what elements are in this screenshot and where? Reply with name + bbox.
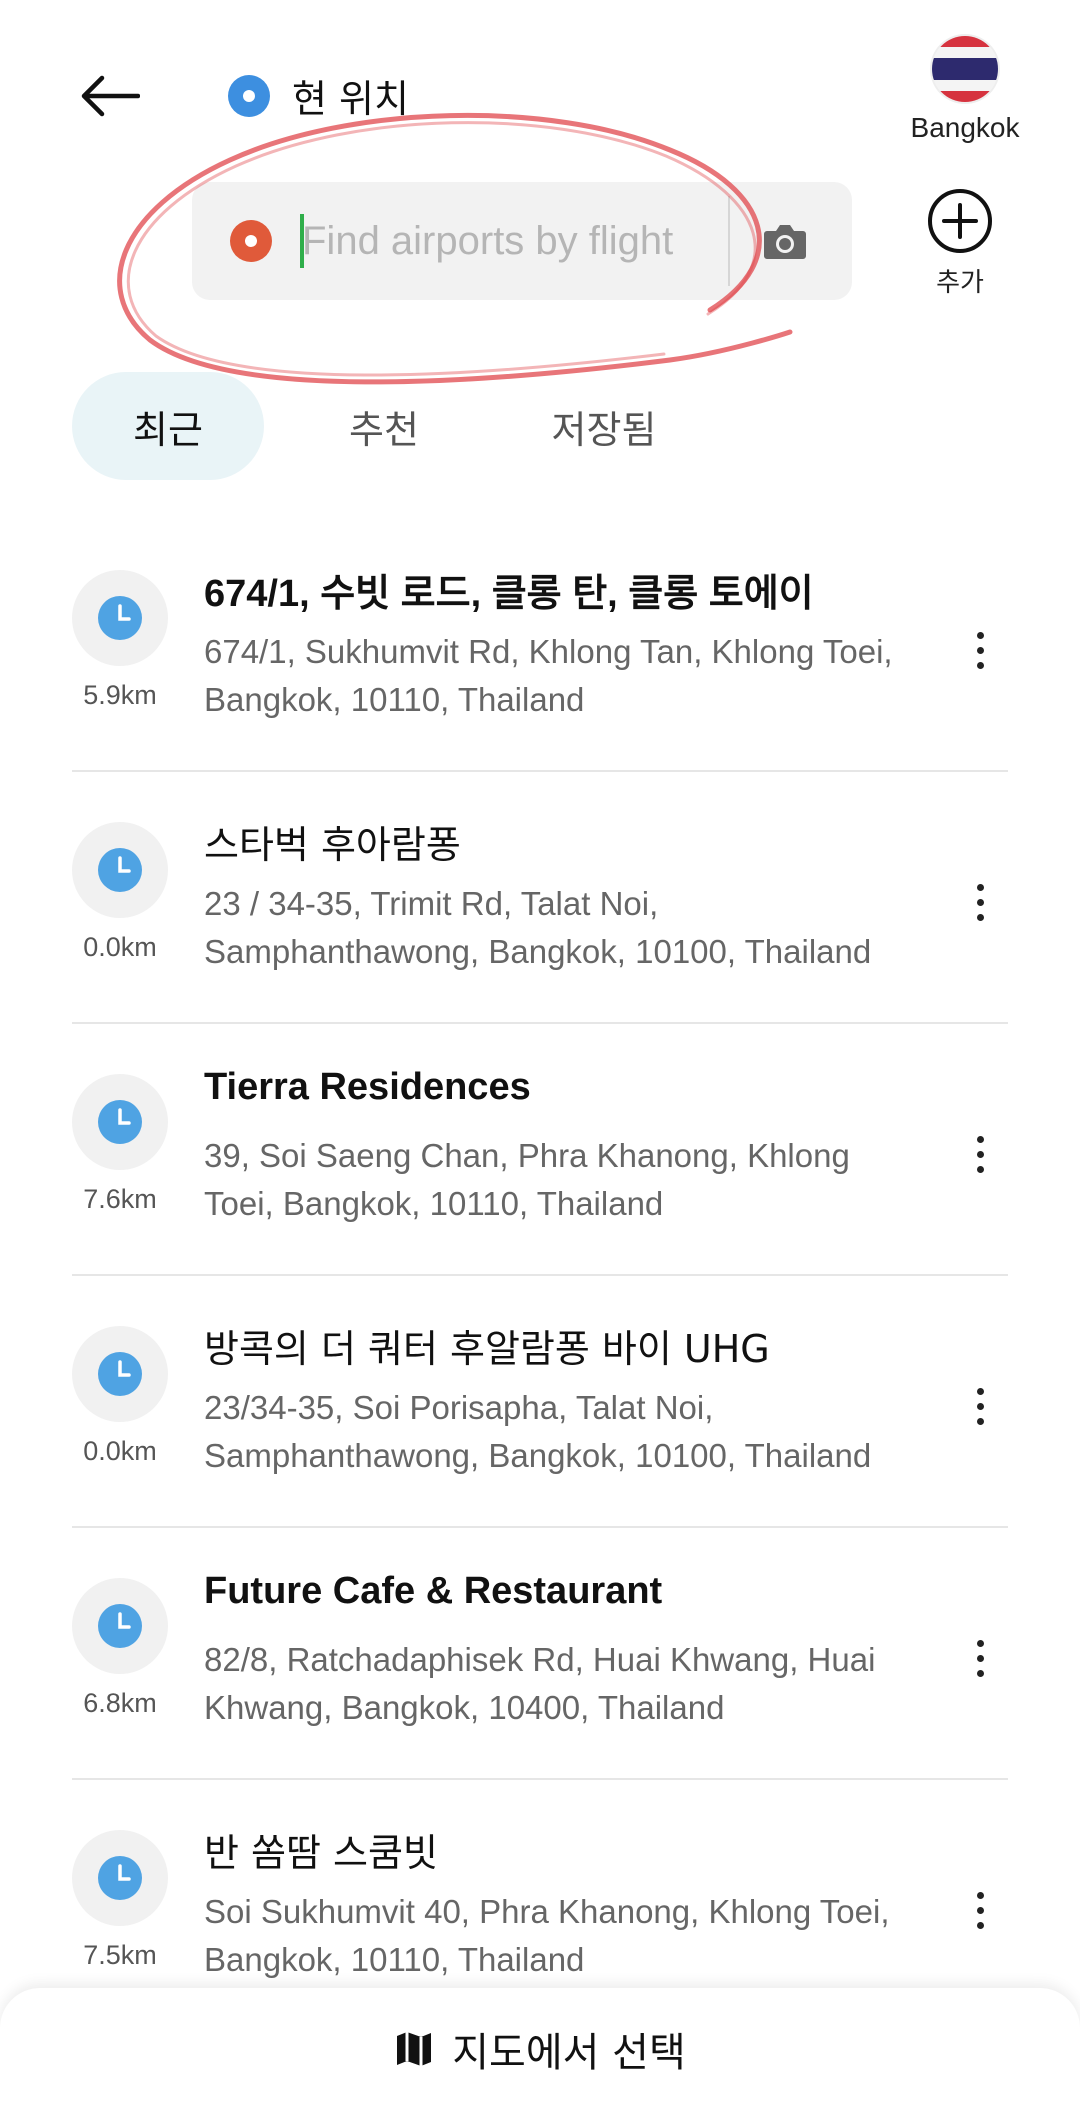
clock-icon [72,1578,168,1674]
distance-label: 5.9km [83,680,157,710]
origin-label: 현 위치 [292,77,409,121]
item-icon-group: 0.0km [72,1326,168,1467]
clock-icon [72,822,168,918]
plus-circle-icon [928,189,992,253]
clock-icon [72,1326,168,1422]
more-options-icon[interactable] [962,1124,998,1184]
distance-label: 0.0km [83,932,157,962]
more-options-icon[interactable] [962,1376,998,1436]
place-title: Future Cafe & Restaurant [204,1570,663,1612]
tab-recommended[interactable]: 추천 [264,372,504,480]
place-title: 스타벅 후아람퐁 [204,823,461,867]
destination-search-box[interactable] [192,182,852,300]
list-item[interactable]: 5.9km 674/1, 수빗 로드, 클롱 탄, 클롱 토에이 674/1, … [72,520,1008,772]
place-title: Tierra Residences [204,1066,531,1108]
item-icon-group: 7.5km [72,1830,168,1971]
origin-location[interactable]: 현 위치 [228,68,409,123]
place-address: Soi Sukhumvit 40, Phra Khanong, Khlong T… [204,1893,890,1978]
distance-label: 0.0km [83,1436,157,1466]
camera-icon [764,225,806,259]
clock-icon [72,1074,168,1170]
add-stop-button[interactable]: 추가 [920,188,1000,299]
add-label: 추가 [936,268,984,298]
list-item[interactable]: 0.0km 스타벅 후아람퐁 23 / 34-35, Trimit Rd, Ta… [72,772,1008,1024]
item-icon-group: 5.9km [72,570,168,711]
tab-bar: 최근 추천 저장됨 [72,372,704,480]
origin-dot-icon [228,74,270,117]
select-on-map-label: 지도에서 선택 [452,2029,686,2076]
distance-label: 7.5km [83,1940,157,1970]
city-selector[interactable]: Bangkok [900,36,1030,144]
more-options-icon[interactable] [962,872,998,932]
more-options-icon[interactable] [962,1880,998,1940]
tab-saved[interactable]: 저장됨 [504,372,704,480]
city-label: Bangkok [910,112,1020,143]
place-address: 23 / 34-35, Trimit Rd, Talat Noi, Sampha… [204,885,872,970]
place-address: 23/34-35, Soi Porisapha, Talat Noi, Samp… [204,1389,872,1474]
select-on-map-button[interactable]: 지도에서 선택 [0,1988,1080,2109]
clock-icon [72,1830,168,1926]
place-title: 674/1, 수빗 로드, 클롱 탄, 클롱 토에이 [204,573,814,615]
item-icon-group: 0.0km [72,822,168,963]
search-divider [728,196,730,286]
list-item[interactable]: 0.0km 방콕의 더 쿼터 후알람퐁 바이 UHG 23/34-35, Soi… [72,1276,1008,1528]
arrow-left-icon [81,75,140,117]
text-cursor [300,214,304,268]
place-address: 39, Soi Saeng Chan, Phra Khanong, Khlong… [204,1137,850,1222]
back-button[interactable] [70,60,150,132]
place-title: 반 쏨땀 스쿰빗 [204,1831,438,1875]
thailand-flag-icon [932,36,998,102]
distance-label: 6.8km [83,1688,157,1718]
place-address: 82/8, Ratchadaphisek Rd, Huai Khwang, Hu… [204,1641,876,1726]
place-address: 674/1, Sukhumvit Rd, Khlong Tan, Khlong … [204,633,893,718]
more-options-icon[interactable] [962,620,998,680]
destination-search-input[interactable] [296,202,718,280]
more-options-icon[interactable] [962,1628,998,1688]
item-icon-group: 6.8km [72,1578,168,1719]
list-item[interactable]: 7.6km Tierra Residences 39, Soi Saeng Ch… [72,1024,1008,1276]
tab-recent[interactable]: 최근 [72,372,264,480]
distance-label: 7.6km [83,1184,157,1214]
camera-button[interactable] [754,212,816,270]
destination-dot-icon [230,220,272,262]
map-icon [397,2031,432,2066]
list-item[interactable]: 6.8km Future Cafe & Restaurant 82/8, Rat… [72,1528,1008,1780]
place-title: 방콕의 더 쿼터 후알람퐁 바이 UHG [204,1327,770,1371]
item-icon-group: 7.6km [72,1074,168,1215]
clock-icon [72,570,168,666]
recent-places-list: 5.9km 674/1, 수빗 로드, 클롱 탄, 클롱 토에이 674/1, … [72,520,1008,2032]
